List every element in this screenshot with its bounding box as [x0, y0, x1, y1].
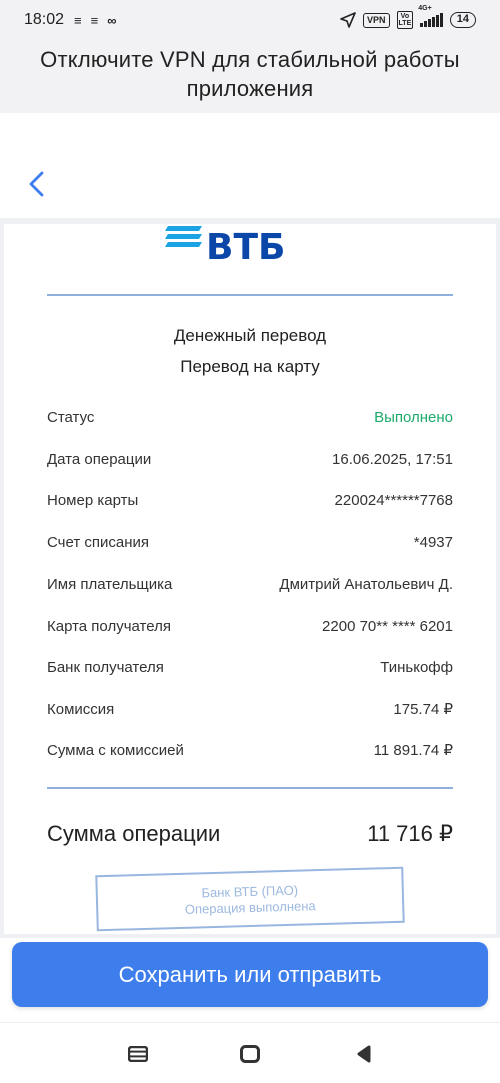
- row-value: 2200 70** **** 6201: [322, 617, 453, 635]
- row-value: Дмитрий Анатольевич Д.: [279, 575, 453, 593]
- vtb-logo-stripes: [165, 226, 202, 247]
- total-label: Сумма операции: [47, 821, 221, 846]
- vtb-logo: ВТБ: [164, 226, 294, 270]
- row-card-number: Номер карты 220024******7768: [47, 488, 453, 512]
- row-label: Комиссия: [47, 700, 115, 718]
- notification-icon: ≡: [74, 12, 82, 28]
- row-label: Карта получателя: [47, 617, 171, 635]
- row-value: 11 891.74 ₽: [373, 742, 453, 759]
- row-status: Статус Выполнено: [47, 405, 453, 429]
- row-date: Дата операции 16.06.2025, 17:51: [47, 447, 453, 471]
- infinity-icon: ∞: [107, 12, 116, 28]
- status-value: Выполнено: [374, 408, 453, 426]
- row-payer-name: Имя плательщика Дмитрий Анатольевич Д.: [47, 572, 453, 596]
- back-icon: [357, 1045, 371, 1063]
- back-button[interactable]: [22, 168, 52, 200]
- row-fee: Комиссия 175.74 ₽: [47, 697, 453, 721]
- signal-bars-icon: 4G+: [418, 5, 443, 27]
- row-label: Счет списания: [47, 533, 149, 551]
- row-label: Сумма с комиссией: [47, 741, 184, 759]
- volte-top: Vo: [400, 13, 410, 20]
- row-value: 175.74 ₽: [393, 701, 453, 718]
- volte-bottom: LTE: [398, 20, 412, 27]
- row-debit-account: Счет списания *4937: [47, 530, 453, 554]
- home-icon: [240, 1045, 260, 1063]
- bank-stamp: Банк ВТБ (ПАО) Операция выполнена: [95, 866, 405, 932]
- divider: [47, 294, 453, 296]
- notification-icon: ≡: [90, 12, 99, 28]
- vpn-icon: VPN: [363, 12, 390, 28]
- status-time: 18:02: [24, 11, 65, 28]
- row-amount-with-fee: Сумма с комиссией 11 891.74 ₽: [47, 738, 453, 762]
- row-label: Статус: [47, 408, 95, 426]
- home-button[interactable]: [238, 1043, 262, 1065]
- recent-apps-button[interactable]: [126, 1043, 150, 1065]
- save-or-send-button[interactable]: Сохранить или отправить: [12, 942, 488, 1007]
- status-bar-right: VPN Vo LTE 4G+ 14: [340, 5, 476, 29]
- operation-total: Сумма операции 11 716 ₽: [47, 816, 453, 852]
- nav-back-button[interactable]: [352, 1043, 376, 1065]
- row-value: *4937: [413, 533, 453, 551]
- location-arrow-icon: [340, 12, 356, 28]
- volte-icon: Vo LTE: [396, 11, 414, 29]
- receipt-subtitle: Перевод на карту: [180, 357, 320, 376]
- recent-apps-icon: [128, 1046, 148, 1062]
- divider: [47, 787, 453, 789]
- status-bar: 18:02 ≡ ≡ ∞ VPN Vo LTE 4G+ 14: [0, 0, 500, 40]
- signal-bars: [420, 13, 443, 27]
- row-label: Дата операции: [47, 450, 152, 468]
- row-value: Тинькофф: [380, 658, 453, 676]
- row-recipient-card: Карта получателя 2200 70** **** 6201: [47, 614, 453, 638]
- receipt-title: Денежный перевод: [173, 326, 327, 345]
- row-value: 220024******7768: [334, 491, 453, 509]
- vpn-warning-banner: Отключите VPN для стабильной работы прил…: [0, 40, 500, 113]
- row-label: Банк получателя: [47, 658, 164, 676]
- battery-icon: 14: [449, 12, 476, 28]
- vtb-logo-text: ВТБ: [206, 227, 286, 268]
- row-value: 16.06.2025, 17:51: [332, 450, 453, 468]
- network-type: 4G+: [418, 5, 432, 12]
- row-recipient-bank: Банк получателя Тинькофф: [47, 655, 453, 679]
- system-nav-bar: [0, 1022, 500, 1083]
- total-value: 11 716 ₽: [367, 821, 453, 846]
- status-bar-left: 18:02 ≡ ≡ ∞: [24, 11, 117, 29]
- chevron-left-icon: [29, 171, 44, 197]
- row-label: Номер карты: [47, 491, 139, 509]
- row-label: Имя плательщика: [47, 575, 173, 593]
